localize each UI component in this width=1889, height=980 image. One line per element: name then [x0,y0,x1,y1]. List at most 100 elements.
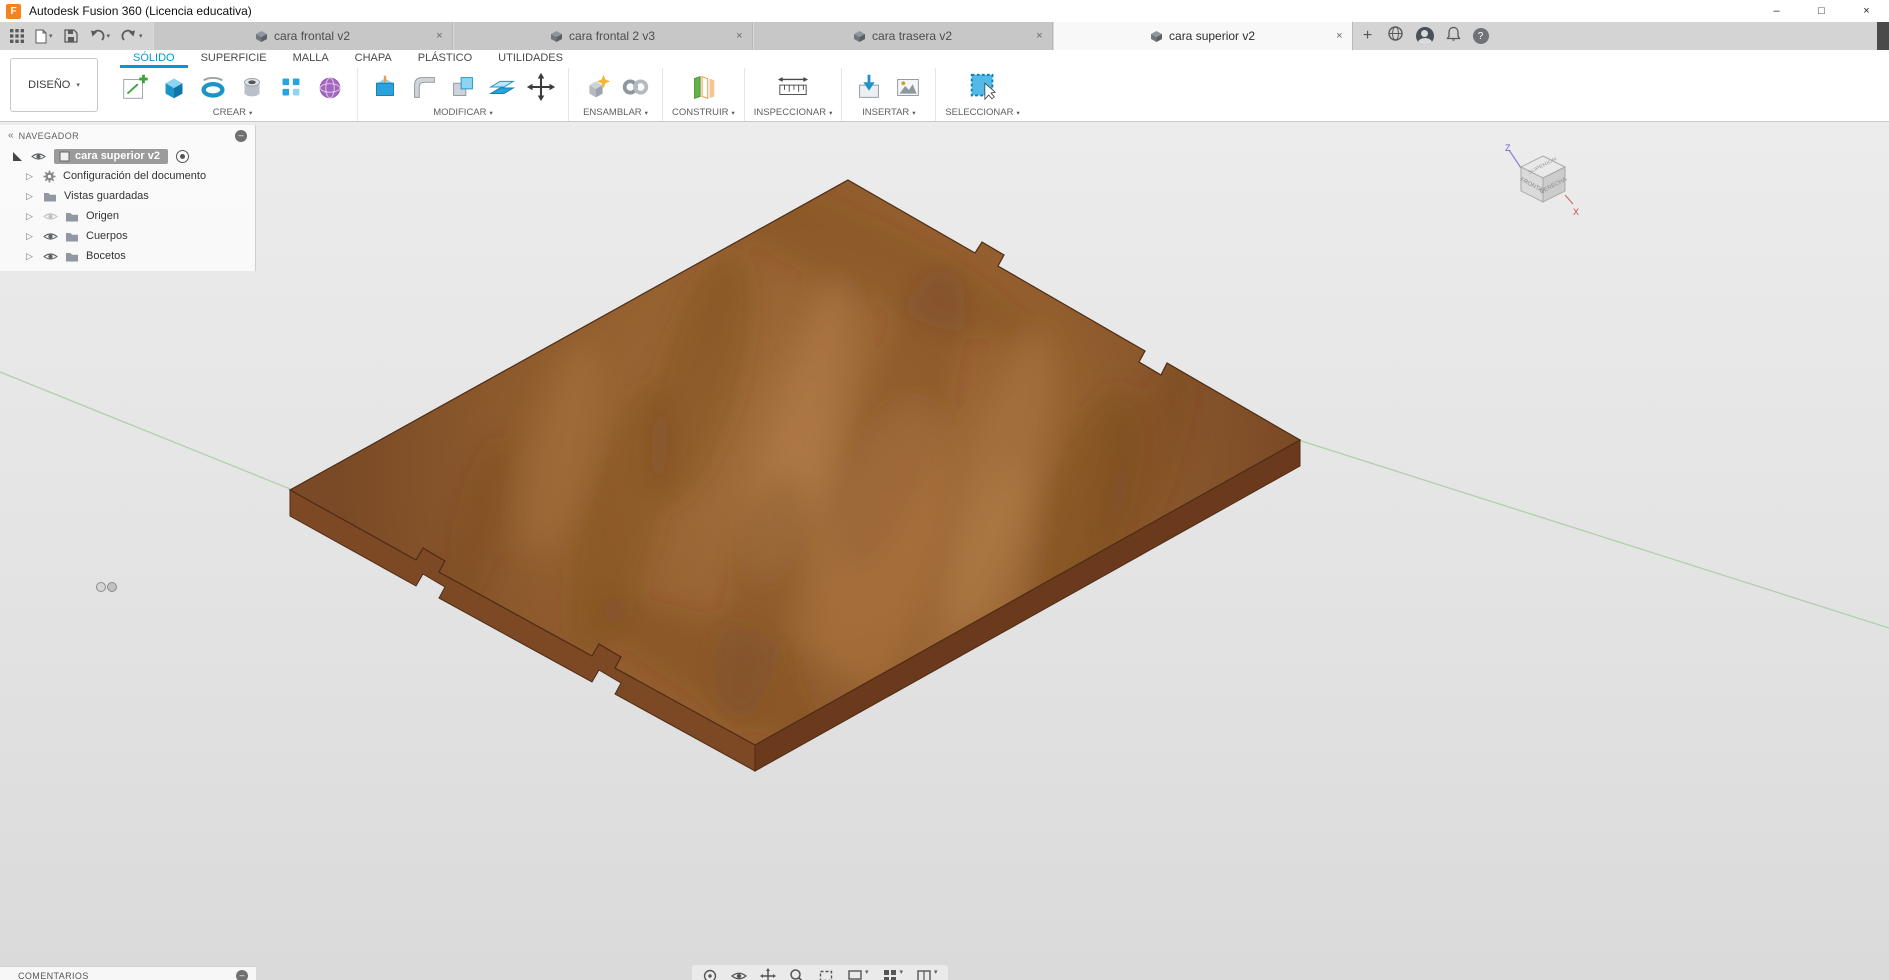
insertar-dropdown[interactable]: INSERTAR ▾ [862,106,915,121]
orbit-button[interactable] [702,968,718,980]
tab-cara-frontal-2-v3[interactable]: cara frontal 2 v3 × [452,22,753,50]
hole-button[interactable] [234,68,270,106]
collapse-panel-icon[interactable]: « [8,130,13,141]
origin-widget[interactable] [96,582,117,592]
ribbon-tab-solido[interactable]: SÓLIDO [120,51,188,68]
model-viewport[interactable]: « NAVEGADOR – cara superior v2 ▷ Configu… [0,122,1889,980]
help-button[interactable]: ? [1472,28,1489,44]
collapse-comments-button[interactable]: – [236,969,248,980]
tab-close-icon[interactable]: × [436,30,442,42]
ribbon-tab-plastico[interactable]: PLÁSTICO [405,51,485,68]
extrude-button[interactable] [156,68,192,106]
expand-arrow-icon[interactable]: ▷ [26,251,36,262]
viewport-canvas[interactable] [0,122,1889,980]
shell-button[interactable] [445,68,481,106]
tab-cara-frontal-v2[interactable]: cara frontal v2 × [152,22,453,50]
save-button[interactable] [63,29,78,43]
collapsed-panel-strip[interactable] [1877,22,1889,50]
visibility-eye-icon[interactable] [43,231,58,242]
navigator-item-vistas-guardadas[interactable]: ▷ Vistas guardadas [0,186,255,206]
tab-label: cara frontal v2 [274,29,351,43]
undo-button[interactable]: ▾ [89,29,111,43]
select-button[interactable] [965,68,1001,106]
ribbon-tab-superficie[interactable]: SUPERFICIE [188,51,280,68]
construct-plane-button[interactable] [685,68,721,106]
expand-arrow-icon[interactable]: ▷ [26,211,36,222]
body-cara-superior[interactable] [288,129,1302,834]
rectangular-pattern-icon [282,78,300,96]
offset-face-button[interactable] [484,68,520,106]
insert-button[interactable] [851,68,887,106]
tab-close-icon[interactable]: × [1036,30,1042,42]
expand-arrow-icon[interactable]: ▷ [26,171,36,182]
tab-close-icon[interactable]: × [736,30,742,42]
ensamblar-dropdown[interactable]: ENSAMBLAR ▾ [583,106,648,121]
fillet-button[interactable] [406,68,442,106]
bell-icon [1445,26,1461,41]
navigator-item-configuracion[interactable]: ▷ Configuración del documento [0,166,255,186]
file-menu-button[interactable]: ▾ [35,29,53,44]
view-cube-faces[interactable]: SUPERIOR FRONTAL DERECHA [1519,155,1568,203]
decal-button[interactable] [890,68,926,106]
root-document-pill[interactable]: cara superior v2 [54,148,168,164]
maximize-button[interactable]: □ [1799,0,1844,22]
navigator-item-cuerpos[interactable]: ▷ Cuerpos [0,226,255,246]
workspace-label: DISEÑO [28,79,71,91]
seleccionar-dropdown[interactable]: SELECCIONAR ▾ [945,106,1019,121]
redo-button[interactable]: ▾ [121,29,143,43]
user-avatar[interactable] [1415,27,1434,45]
construir-dropdown[interactable]: CONSTRUIR ▾ [672,106,735,121]
chevron-down-icon: ▾ [106,33,111,40]
grid-snap-button[interactable]: ▾ [882,968,903,980]
move-copy-button[interactable] [523,68,559,106]
minimize-button[interactable]: – [1754,0,1799,22]
joint-button[interactable] [617,68,653,106]
new-component-button[interactable] [578,68,614,106]
notifications-button[interactable] [1445,26,1461,47]
app-grid-menu-button[interactable] [10,29,24,43]
ribbon-tab-chapa[interactable]: CHAPA [342,51,405,68]
ribbon-tab-utilidades[interactable]: UTILIDADES [485,51,576,68]
revolve-button[interactable] [195,68,231,106]
view-cube[interactable]: Z SUPERIOR FRONTAL DERECHA X [1497,140,1581,237]
display-settings-button[interactable]: ▾ [847,968,869,980]
navigator-root-item[interactable]: cara superior v2 [0,146,255,166]
crear-dropdown[interactable]: CREAR ▾ [213,106,253,121]
viewports-button[interactable]: ▾ [916,968,938,980]
inspeccionar-dropdown[interactable]: INSPECCIONAR ▾ [754,106,833,121]
rectangular-pattern-button[interactable] [273,68,309,106]
workspace-selector[interactable]: DISEÑO ▾ [10,58,98,112]
tab-close-icon[interactable]: × [1336,30,1342,42]
create-form-button[interactable] [312,68,348,106]
press-pull-button[interactable] [367,68,403,106]
z-axis-label: Z [1505,143,1511,153]
close-button[interactable]: × [1844,0,1889,22]
expand-arrow-icon[interactable]: ▷ [26,191,36,202]
activate-component-radio[interactable] [176,149,189,163]
visibility-eye-icon[interactable] [43,251,58,262]
tab-cara-superior-v2[interactable]: cara superior v2 × [1052,22,1353,50]
measure-button[interactable] [775,68,811,106]
pan-button[interactable] [760,968,776,980]
fit-button[interactable] [818,968,834,980]
look-at-button[interactable] [731,968,747,980]
x-axis-line [1564,194,1574,205]
item-label: Bocetos [86,250,126,262]
insert-icon [859,74,880,98]
expand-arrow-icon[interactable]: ▷ [26,231,36,242]
visibility-eye-off-icon[interactable] [43,211,58,222]
zoom-button[interactable] [789,968,805,980]
visibility-eye-icon[interactable] [31,151,46,162]
navigator-item-origen[interactable]: ▷ Origen [0,206,255,226]
group-modificar: MODIFICAR ▾ [358,68,569,121]
job-status-button[interactable] [1387,25,1404,47]
navigator-item-bocetos[interactable]: ▷ Bocetos [0,246,255,266]
tab-cara-trasera-v2[interactable]: cara trasera v2 × [752,22,1053,50]
chevron-down-icon: ▾ [49,33,53,40]
comments-panel-header[interactable]: COMENTARIOS – [0,966,256,980]
create-sketch-button[interactable] [117,68,153,106]
modificar-dropdown[interactable]: MODIFICAR ▾ [433,106,493,121]
ribbon-tab-malla[interactable]: MALLA [280,51,342,68]
collapse-navigator-button[interactable]: – [235,129,247,142]
new-tab-button[interactable]: + [1353,22,1383,50]
